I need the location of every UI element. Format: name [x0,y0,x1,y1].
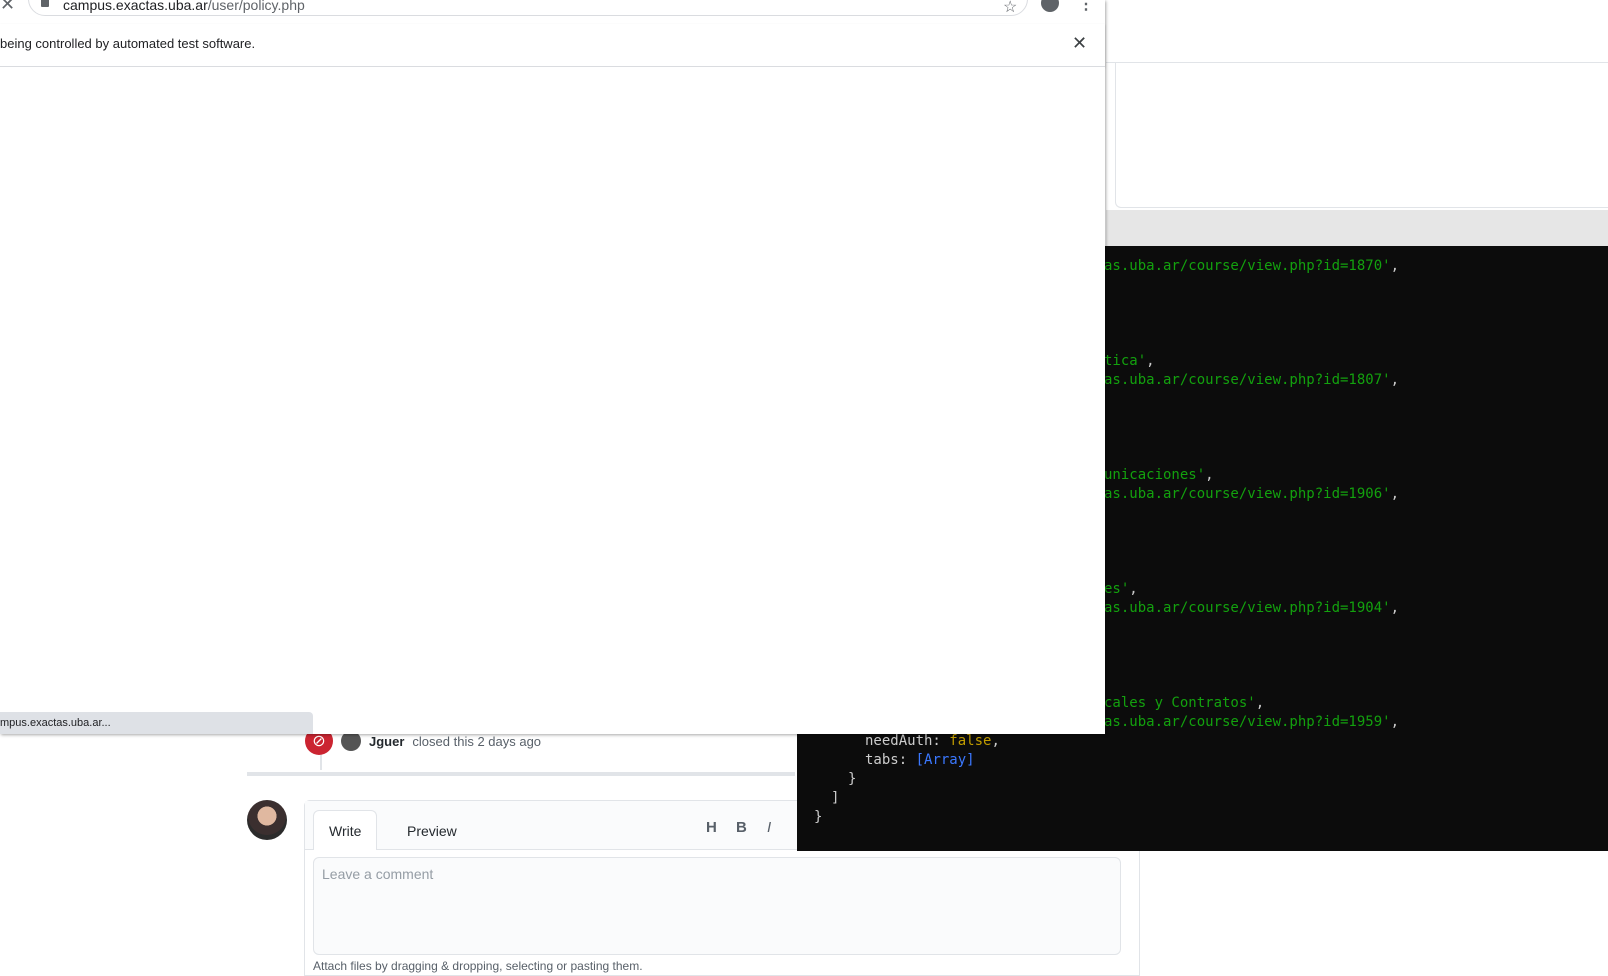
url-text[interactable]: campus.exactas.uba.ar/user/policy.php [63,0,305,13]
terminal-line: ] [831,790,840,806]
page-header-area [1106,0,1608,63]
bookmark-star-icon[interactable]: ☆ [1003,0,1017,17]
terminal-line: as.uba.ar/course/view.php?id=1904', [1104,600,1400,616]
terminal-line: tabs: [Array] [865,752,975,768]
tab-write[interactable]: Write [313,810,378,850]
actor-avatar[interactable] [341,731,361,751]
terminal-line: tica', [1104,353,1155,369]
terminal-line: as.uba.ar/course/view.php?id=1906', [1104,486,1400,502]
address-bar[interactable]: campus.exactas.uba.ar/user/policy.php [28,0,1028,16]
page-viewport[interactable] [0,67,1105,734]
site-info-icon[interactable] [41,0,49,7]
automation-infobar: being controlled by automated test softw… [0,24,1105,67]
terminal-line: } [814,809,823,825]
comment-textarea[interactable]: Leave a comment [313,857,1121,955]
terminal-line: unicaciones', [1104,467,1214,483]
browser-window: ✕ campus.exactas.uba.ar/user/policy.php … [0,0,1105,734]
actor-link[interactable]: Jguer [369,734,404,749]
sidebar-panel [1115,62,1608,208]
terminal-line: } [848,771,857,787]
timeline-separator [247,772,795,776]
tab-preview[interactable]: Preview [391,810,473,851]
closed-text: closed this 2 days ago [412,733,542,749]
italic-icon[interactable]: I [767,819,771,836]
terminal-line: needAuth: false, [865,733,1000,749]
kebab-menu-icon[interactable]: ⋮ [1078,0,1094,14]
terminal-line: as.uba.ar/course/view.php?id=1870', [1104,258,1400,274]
attach-files-hint[interactable]: Attach files by dragging & dropping, sel… [313,959,643,973]
status-bubble: mpus.exactas.uba.ar... [0,712,313,734]
terminal-line: as.uba.ar/course/view.php?id=1807', [1104,372,1400,388]
infobar-message: being controlled by automated test softw… [0,36,256,51]
terminal-line: cales y Contratos', [1104,695,1265,711]
close-icon[interactable]: ✕ [1072,33,1087,54]
browser-toolbar: ✕ campus.exactas.uba.ar/user/policy.php … [0,0,1105,20]
terminal-titlebar[interactable] [1106,210,1608,246]
bold-icon[interactable]: B [736,819,747,836]
profile-icon[interactable] [1041,0,1059,12]
terminal-line: es', [1104,581,1138,597]
heading-icon[interactable]: H [706,819,717,836]
avatar[interactable] [247,800,287,840]
stop-loading-icon[interactable]: ✕ [0,0,15,15]
terminal-line: as.uba.ar/course/view.php?id=1959', [1104,714,1400,730]
